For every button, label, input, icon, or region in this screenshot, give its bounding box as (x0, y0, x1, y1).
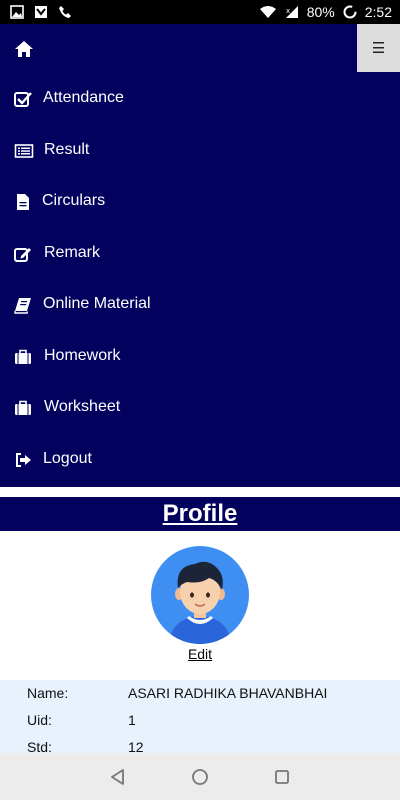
system-nav-bar (0, 753, 400, 800)
page-title: Profile (162, 500, 238, 527)
edit-profile-link[interactable]: Edit (0, 646, 400, 662)
info-row-name: Name: ASARI RADHIKA BHAVANBHAI (0, 680, 400, 706)
menu-item-label: Worksheet (44, 398, 121, 415)
home-circle-icon[interactable] (190, 767, 210, 787)
field-label: Uid: (27, 712, 52, 728)
menu-item-worksheet[interactable]: Worksheet (0, 388, 400, 428)
menu-item-circulars[interactable]: Circulars (0, 182, 400, 222)
menu-item-label: Remark (44, 244, 101, 261)
field-value: 1 (128, 712, 136, 728)
profile-info: Name: ASARI RADHIKA BHAVANBHAI Uid: 1 St… (0, 680, 400, 755)
menu-item-label: Circulars (42, 192, 106, 209)
menu-item-label: Online Material (43, 295, 151, 312)
menu-item-remark[interactable]: Remark (0, 234, 400, 274)
recents-icon[interactable] (272, 767, 292, 787)
menu-item-logout[interactable]: Logout (0, 440, 400, 480)
edit-icon (14, 248, 31, 262)
menu-item-homework[interactable]: Homework (0, 337, 400, 377)
status-bar: x 80% 2:52 (0, 0, 400, 24)
hamburger-icon: ☰ (371, 40, 386, 57)
avatar (151, 546, 249, 644)
phone-icon (59, 6, 71, 18)
menu-item-result[interactable]: Result (0, 131, 400, 171)
image-icon (10, 5, 24, 19)
check-square-icon (14, 92, 32, 107)
book-icon (14, 298, 31, 314)
list-icon (14, 144, 34, 158)
menu-item-label: Result (44, 141, 90, 158)
clock: 2:52 (364, 4, 392, 20)
menu-item-label: Logout (43, 450, 92, 467)
info-row-uid: Uid: 1 (0, 707, 400, 733)
document-icon (17, 194, 29, 210)
field-label: Name: (27, 685, 69, 701)
user-avatar-icon (169, 561, 231, 644)
svg-text:x: x (286, 7, 290, 15)
briefcase-icon (15, 349, 31, 364)
flag-icon (35, 6, 47, 18)
back-icon[interactable] (108, 767, 128, 787)
battery-percent: 80% (306, 4, 335, 20)
divider (0, 487, 400, 497)
menu-item-label: Homework (44, 347, 121, 364)
signal-icon: x (285, 6, 298, 18)
menu-item-label: Attendance (43, 89, 124, 106)
briefcase-icon (15, 400, 31, 415)
home-icon[interactable] (14, 40, 34, 58)
menu-toggle-button[interactable]: ☰ (357, 24, 400, 72)
menu-item-online-material[interactable]: Online Material (0, 285, 400, 325)
wifi-icon (259, 6, 276, 18)
logout-icon (16, 453, 31, 467)
battery-icon (343, 5, 357, 19)
profile-header: Profile (0, 497, 400, 531)
menu-item-attendance[interactable]: Attendance (0, 79, 400, 119)
field-value: ASARI RADHIKA BHAVANBHAI (128, 685, 328, 701)
